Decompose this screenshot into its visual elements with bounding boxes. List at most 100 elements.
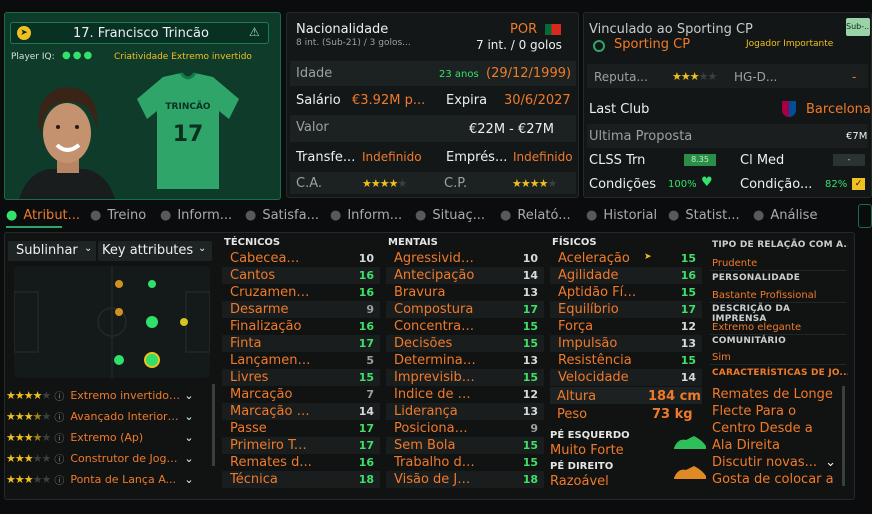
expires-label: Expira	[446, 93, 488, 108]
attribute-row[interactable]: Imprevisibil... 15	[386, 369, 544, 386]
info-icon[interactable]: ⓘ	[54, 430, 64, 445]
attribute-value: 13	[522, 286, 538, 299]
attribute-row[interactable]: Decisões 15	[386, 335, 544, 352]
attribute-row[interactable]: Força 12	[550, 318, 702, 335]
warning-icon[interactable]: ⚠	[249, 25, 260, 39]
country-code: POR	[510, 22, 538, 37]
roles-scrollbar[interactable]	[212, 384, 215, 466]
attribute-row[interactable]: Antecipação 14	[386, 267, 544, 284]
attribute-row[interactable]: Marcação d... 14	[222, 403, 380, 420]
attribute-row[interactable]: Determinaç... 13	[386, 352, 544, 369]
hg-value: -	[852, 70, 857, 84]
last-club-value[interactable]: Barcelona	[806, 102, 871, 117]
role-row[interactable]: ★★★★★ ⓘ Construtor de Jogo... ⌄	[6, 449, 210, 467]
tab-overflow-button[interactable]	[858, 204, 872, 228]
info-icon[interactable]: ⓘ	[54, 388, 64, 403]
portugal-flag-icon	[545, 24, 561, 35]
attribute-row[interactable]: Cantos 16	[222, 267, 380, 284]
attribute-row[interactable]: Finalização 16	[222, 318, 380, 335]
attribute-name: Agilidade	[558, 268, 619, 283]
attribute-row[interactable]: Marcação 7	[222, 386, 380, 403]
attribute-row[interactable]: Passe 17	[222, 420, 380, 437]
attribute-row[interactable]: Desarme 9	[222, 301, 380, 318]
tab-label: Situaç...	[432, 208, 486, 223]
info-icon[interactable]: ⓘ	[54, 409, 64, 424]
attribute-row[interactable]: Cabeceame... 10	[222, 250, 380, 267]
tab-history[interactable]: ● Historial	[586, 208, 657, 223]
attribute-name: Visão de Jogo	[394, 472, 476, 487]
attribute-row[interactable]: Impulsão 13	[550, 335, 702, 352]
attribute-row[interactable]: Cruzament... 16	[222, 284, 380, 301]
tab-analysis[interactable]: ● Análise	[753, 208, 817, 223]
tab-info-2[interactable]: ● Inform...	[330, 208, 402, 223]
attribute-row[interactable]: Velocidade 14	[550, 369, 702, 386]
checkbox-icon[interactable]: ✓	[852, 178, 865, 190]
salary-label: Salário	[296, 93, 341, 108]
attribute-value: 17	[522, 303, 538, 316]
weight-label: Peso	[557, 407, 588, 422]
attribute-value: 15	[522, 439, 538, 452]
attribute-row[interactable]: Índice de Tr... 12	[386, 386, 544, 403]
attribute-name: Trabalho de...	[394, 455, 476, 470]
highlight-dropdown[interactable]: Sublinhar ⌄	[8, 241, 96, 261]
height-label: Altura	[557, 389, 597, 404]
attribute-name: Concentraç...	[394, 319, 476, 334]
tab-info[interactable]: ● Inform...	[160, 208, 232, 223]
attribute-row[interactable]: Agressivida... 10	[386, 250, 544, 267]
attribute-name: Desarme	[230, 302, 289, 317]
tab-training[interactable]: ● Treino	[90, 208, 146, 223]
attribute-row[interactable]: Visão de Jogo 18	[386, 471, 544, 488]
club-name[interactable]: Sporting CP	[614, 37, 690, 52]
attribute-row[interactable]: Resistência 15	[550, 352, 702, 369]
attribute-row[interactable]: Técnica 18	[222, 471, 380, 488]
reputation-stars: ★★★★★	[672, 70, 717, 83]
transfer-value: Indefinido	[362, 150, 422, 164]
tab-stats[interactable]: ● Statist...	[668, 208, 740, 223]
attribute-row[interactable]: Primeiro To... 17	[222, 437, 380, 454]
attribute-name: Cabeceame...	[230, 251, 312, 266]
role-row[interactable]: ★★★★★ ⓘ Avançado Interior (... ⌄	[6, 407, 210, 425]
player-iq-label: Player IQ:	[11, 52, 55, 62]
attribute-value: 14	[358, 405, 374, 418]
attribute-row[interactable]: Finta 17	[222, 335, 380, 352]
traits-scrollbar[interactable]	[842, 386, 845, 486]
pc-stars: ★★★★★	[512, 177, 557, 190]
attribute-row[interactable]: Compostura 17	[386, 301, 544, 318]
position-marker	[115, 308, 123, 316]
attribute-row[interactable]: Equilíbrio 17	[550, 301, 702, 318]
attribute-row[interactable]: Aptidão Físi... 15	[550, 284, 702, 301]
attribute-row[interactable]: Livres 15	[222, 369, 380, 386]
attribute-row[interactable]: Lançament... 5	[222, 352, 380, 369]
attribute-value: 14	[522, 269, 538, 282]
role-row[interactable]: ★★★★★ ⓘ Extremo (Ap) ⌄	[6, 428, 210, 446]
attribute-row[interactable]: Sem Bola 15	[386, 437, 544, 454]
expires-value: 30/6/2027	[504, 93, 571, 108]
attribute-row[interactable]: Posicionam... 9	[386, 420, 544, 437]
attribute-name: Velocidade	[558, 370, 629, 385]
info-icon[interactable]: ⓘ	[54, 472, 64, 487]
attribute-row[interactable]: Remates d... 16	[222, 454, 380, 471]
attribute-row[interactable]: Liderança 13	[386, 403, 544, 420]
info-icon[interactable]: ⓘ	[54, 451, 64, 466]
tab-situation[interactable]: ● Situaç...	[415, 208, 485, 223]
attribute-row[interactable]: Concentraç... 15	[386, 318, 544, 335]
community-value: Sim	[712, 352, 731, 363]
role-row[interactable]: ★★★★★ ⓘ Extremo invertido (... ⌄	[6, 386, 210, 404]
attribute-name: Lançament...	[230, 353, 312, 368]
tab-label: Inform...	[177, 208, 233, 223]
attribute-row[interactable]: Agilidade 16	[550, 267, 702, 284]
attribute-row[interactable]: Bravura 13	[386, 284, 544, 301]
key-attributes-dropdown[interactable]: Key attributes ⌄	[98, 241, 212, 261]
tab-reports[interactable]: ● Relató...	[500, 208, 571, 223]
tab-happiness[interactable]: ● Satisfa...	[245, 208, 319, 223]
attribute-name: Passe	[230, 421, 267, 436]
attribute-row[interactable]: Trabalho de... 15	[386, 454, 544, 471]
attribute-row[interactable]: Aceleração 15	[550, 250, 702, 267]
chevron-down-icon: ⌄	[825, 455, 836, 470]
tab-attributes[interactable]: ● Atribut...	[6, 208, 80, 223]
attribute-name: Antecipação	[394, 268, 475, 283]
clmed-value: -	[833, 154, 865, 166]
role-row[interactable]: ★★★★★ ⓘ Ponta de Lança A... ⌄	[6, 470, 210, 488]
right-boot-icon	[674, 466, 706, 479]
trait-item-expandable[interactable]: Discutir novas... ⌄	[712, 454, 836, 471]
